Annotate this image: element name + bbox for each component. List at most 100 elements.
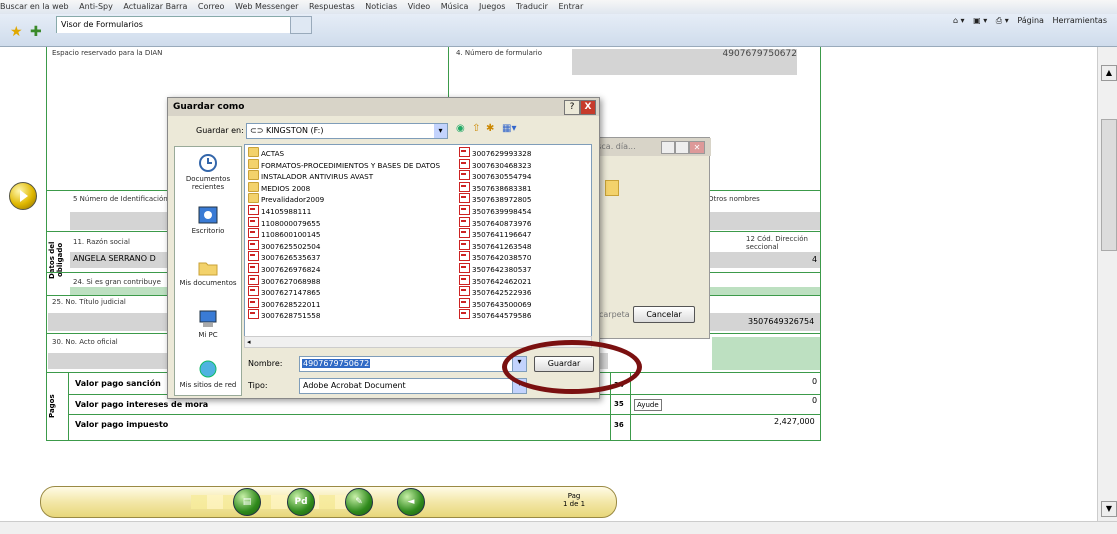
links-item[interactable]: Respuestas <box>309 2 355 11</box>
file-item[interactable]: 3007625502504 <box>248 239 320 251</box>
nav-band <box>191 495 351 509</box>
file-item[interactable]: 3507641263548 <box>459 239 531 251</box>
place-my-documents[interactable]: Mis documentos <box>175 257 241 287</box>
place-my-computer[interactable]: Mi PC <box>175 309 241 339</box>
links-item[interactable]: Buscar en la web <box>0 2 69 11</box>
file-item[interactable]: 3507643500069 <box>459 297 531 309</box>
file-item[interactable]: ACTAS <box>248 147 284 158</box>
links-item[interactable]: Video <box>408 2 430 11</box>
scroll-up-icon[interactable]: ▲ <box>1101 65 1117 81</box>
new-folder-button[interactable]: carpeta <box>599 310 630 319</box>
file-item[interactable]: 3507642038570 <box>459 251 531 262</box>
print-form-icon[interactable]: ▤ <box>233 488 261 516</box>
file-item[interactable]: 1108600100145 <box>248 228 320 239</box>
back-icon[interactable]: ◉ <box>456 123 465 134</box>
file-type-value: Adobe Acrobat Document <box>303 381 406 390</box>
pdf-icon[interactable]: Pd <box>287 488 315 516</box>
page-menu[interactable]: Página <box>1017 16 1044 25</box>
file-item[interactable]: 3007627147865 <box>248 286 321 298</box>
maximize-icon[interactable] <box>675 141 689 154</box>
vertical-scrollbar[interactable]: ▲ ▼ <box>1097 47 1117 521</box>
file-item[interactable]: 3007626535637 <box>248 251 320 262</box>
tools-menu[interactable]: Herramientas <box>1053 16 1108 25</box>
links-item[interactable]: Anti-Spy <box>79 2 113 11</box>
folder-icon <box>248 158 259 169</box>
save-in-select[interactable]: ⊂⊃ KINGSTON (F:) ▾ <box>246 123 448 139</box>
file-name: 3507639998454 <box>472 207 532 216</box>
new-tab-button[interactable] <box>290 16 312 34</box>
file-item[interactable]: 3007629993328 <box>459 147 531 158</box>
file-name-label: Nombre: <box>248 359 283 368</box>
print-icon[interactable]: ⎙ ▾ <box>996 16 1009 25</box>
file-item[interactable]: 3507640873976 <box>459 216 531 228</box>
form-border-right <box>820 47 821 440</box>
next-page-arrow-icon[interactable] <box>9 182 37 210</box>
back-arrow-icon[interactable]: ◄ <box>397 488 425 516</box>
file-item[interactable]: 3007628751558 <box>248 309 320 320</box>
place-network[interactable]: Mis sitios de red <box>175 359 241 389</box>
help-button[interactable]: ? <box>564 100 580 115</box>
close-icon[interactable]: ✕ <box>689 141 705 154</box>
add-favorites-icon[interactable]: ✚ <box>30 24 42 40</box>
file-item[interactable]: 3507644579586 <box>459 309 531 320</box>
pdf-file-icon <box>459 170 470 181</box>
pdf-file-icon <box>248 286 259 297</box>
scroll-down-icon[interactable]: ▼ <box>1101 501 1117 517</box>
close-button[interactable]: X <box>580 100 596 115</box>
links-item[interactable]: Traducir <box>516 2 548 11</box>
file-item[interactable]: 3007628522011 <box>248 297 320 309</box>
file-item[interactable]: 14105988111 <box>248 205 311 216</box>
scroll-thumb[interactable] <box>1101 119 1117 251</box>
pdf-file-icon <box>248 205 259 215</box>
file-item[interactable]: 1108000079655 <box>248 216 320 228</box>
edit-icon[interactable]: ✎ <box>345 488 373 516</box>
tab-visor-formularios[interactable]: Visor de Formularios <box>56 16 292 33</box>
cancel-button[interactable]: Cancelar <box>633 306 695 323</box>
chevron-down-icon[interactable]: ▾ <box>434 124 447 138</box>
up-folder-icon[interactable]: ⇧ <box>472 123 480 134</box>
file-item[interactable]: FORMATOS-PROCEDIMIENTOS Y BASES DE DATOS <box>248 158 441 170</box>
file-name: 3007627147865 <box>261 288 321 298</box>
file-item[interactable]: 3507638683381 <box>459 181 531 193</box>
file-item[interactable]: 3507642380537 <box>459 263 531 274</box>
file-item[interactable]: 3507639998454 <box>459 205 532 216</box>
file-item[interactable]: 3007627068988 <box>248 274 320 286</box>
links-item[interactable]: Música <box>441 2 469 11</box>
file-type-select[interactable]: Adobe Acrobat Document <box>299 378 514 394</box>
view-menu-icon[interactable]: ▦▾ <box>502 123 516 134</box>
file-item[interactable]: 3507642522936 <box>459 286 531 297</box>
feeds-icon[interactable]: ▣ ▾ <box>973 16 987 25</box>
minimize-icon[interactable] <box>661 141 675 154</box>
links-item[interactable]: Web Messenger <box>235 2 298 11</box>
links-item[interactable]: Correo <box>198 2 225 11</box>
file-item[interactable]: 3507642462021 <box>459 274 531 286</box>
place-label: Mis sitios de red <box>179 381 237 389</box>
file-item[interactable]: 3007626976824 <box>248 263 320 274</box>
links-item[interactable]: Noticias <box>365 2 397 11</box>
place-desktop[interactable]: Escritorio <box>175 205 241 235</box>
favorites-star-icon[interactable]: ★ <box>10 24 23 40</box>
file-name: FORMATOS-PROCEDIMIENTOS Y BASES DE DATOS <box>261 160 441 170</box>
pdf-file-icon <box>248 274 259 285</box>
new-folder-icon[interactable]: ✱ <box>486 123 494 134</box>
place-recent[interactable]: Documentos recientes <box>175 153 241 191</box>
links-item[interactable]: Entrar <box>559 2 584 11</box>
file-item[interactable]: 3007630554794 <box>459 170 531 181</box>
file-item[interactable]: INSTALADOR ANTIVIRUS AVAST <box>248 170 373 181</box>
file-item[interactable]: MEDIOS 2008 <box>248 181 310 193</box>
pdf-file-icon <box>459 158 470 169</box>
command-bar: ⌂ ▾ ▣ ▾ ⎙ ▾ Página Herramientas <box>947 16 1107 26</box>
links-item[interactable]: Juegos <box>479 2 506 11</box>
links-item[interactable]: Actualizar Barra <box>123 2 187 11</box>
home-icon[interactable]: ⌂ ▾ <box>953 16 965 25</box>
file-item[interactable]: 3507641196647 <box>459 228 531 239</box>
horizontal-scrollbar[interactable] <box>0 521 1117 534</box>
titulo-judicial-value: 3507649326754 <box>748 317 815 326</box>
file-item[interactable]: Prevalidador2009 <box>248 193 324 204</box>
file-name-input[interactable]: 4907679750672 <box>299 356 514 372</box>
pago-num: 36 <box>614 421 624 429</box>
file-item[interactable]: 3507638972805 <box>459 193 531 204</box>
file-item[interactable]: 3007630468323 <box>459 158 531 170</box>
scroll-left-icon[interactable]: ◂ <box>247 338 251 346</box>
file-list[interactable]: ACTAS FORMATOS-PROCEDIMIENTOS Y BASES DE … <box>244 144 592 338</box>
